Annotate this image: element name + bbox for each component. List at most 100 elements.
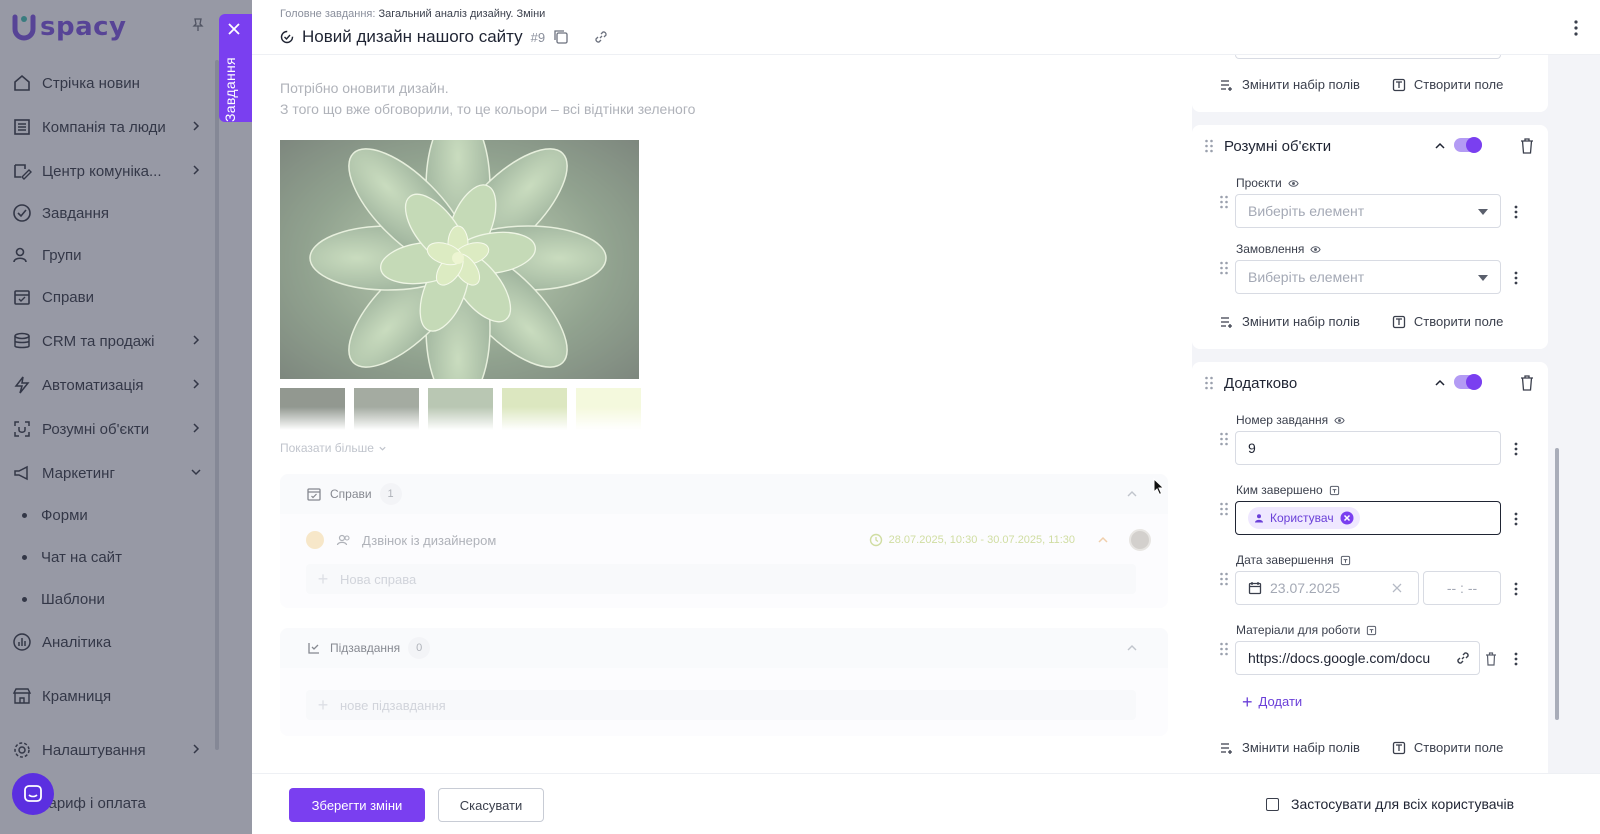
subtasks-header[interactable]: Підзавдання 0 (280, 628, 1168, 668)
drag-handle-icon[interactable] (1219, 195, 1229, 209)
readonly-icon[interactable] (1329, 485, 1340, 496)
activity-status-dot[interactable] (306, 531, 324, 549)
eye-icon[interactable] (1310, 244, 1322, 255)
sidebar-item-company[interactable]: Компанія та люди (12, 112, 202, 142)
additional-title: Додатково (1224, 374, 1298, 392)
sidebar-item-automation[interactable]: Автоматизація (12, 370, 202, 400)
orders-select[interactable]: Виберіть елемент (1235, 260, 1501, 294)
more-vertical-icon[interactable] (1514, 512, 1518, 526)
additional-toggle[interactable] (1454, 374, 1482, 390)
sidebar-item-billing[interactable]: Тариф і оплата (40, 788, 230, 818)
materials-url-input[interactable]: https://docs.google.com/docu (1235, 641, 1480, 675)
save-button[interactable]: Зберегти зміни (289, 788, 425, 822)
readonly-icon[interactable] (1366, 625, 1377, 636)
sidebar-scrollbar[interactable] (215, 60, 219, 750)
drag-handle-icon[interactable] (1219, 432, 1229, 446)
more-vertical-icon[interactable] (1514, 271, 1518, 285)
completion-date-input[interactable]: 23.07.2025 (1235, 571, 1419, 605)
drag-handle-icon[interactable] (1219, 642, 1229, 656)
chevron-up-icon[interactable] (1097, 534, 1109, 546)
cancel-button[interactable]: Скасувати (438, 788, 544, 822)
completion-time-input[interactable]: -- : -- (1423, 571, 1501, 605)
previous-field-input[interactable] (1235, 55, 1501, 59)
subtask-icon (308, 643, 319, 654)
readonly-icon[interactable] (1340, 555, 1351, 566)
show-more-label: Показати більше (280, 441, 374, 455)
sidebar-item-marketing[interactable]: Маркетинг (12, 458, 202, 488)
completed-by-input[interactable]: Користувач (1235, 501, 1501, 535)
trash-icon[interactable] (1485, 652, 1497, 666)
chat-edit-icon (14, 164, 32, 180)
create-field-button[interactable]: Створити поле (1392, 77, 1503, 92)
side-tab-tasks[interactable]: Завдання (219, 14, 252, 122)
sidebar-subitem-forms[interactable]: Форми (22, 501, 88, 529)
remove-chip-icon[interactable] (1340, 511, 1354, 525)
task-description[interactable]: Потрібно оновити дизайн. З того що вже о… (280, 78, 695, 120)
eye-icon[interactable] (1334, 415, 1345, 426)
trash-icon[interactable] (1520, 138, 1534, 154)
smart-objects-toggle[interactable] (1454, 137, 1482, 153)
clear-icon[interactable] (1392, 583, 1402, 593)
new-activity-input[interactable]: + Нова справа (306, 564, 1136, 594)
new-subtask-input[interactable]: + нове підзавдання (306, 690, 1136, 720)
chevron-up-icon[interactable] (1126, 488, 1138, 500)
breadcrumb-parent-task[interactable]: Загальний аналіз дизайну. Зміни (379, 8, 546, 20)
more-vertical-icon[interactable] (1514, 652, 1518, 666)
change-fields-button[interactable]: Змінити набір полів (1220, 740, 1360, 755)
drag-handle-icon[interactable] (1219, 502, 1229, 516)
page-title[interactable]: Новий дизайн нашого сайту (302, 27, 523, 47)
eye-icon[interactable] (1288, 178, 1299, 189)
apply-all-users-checkbox[interactable]: Застосувати для всіх користувачів (1266, 796, 1514, 812)
user-chip-label: Користувач (1270, 511, 1334, 525)
fields-scrollbar[interactable] (1555, 448, 1559, 720)
sidebar-item-store[interactable]: Крамниця (12, 681, 202, 711)
more-vertical-icon[interactable] (1574, 20, 1578, 36)
side-tab-label: Завдання (222, 57, 238, 122)
drag-handle-icon[interactable] (1219, 572, 1229, 586)
more-vertical-icon[interactable] (1514, 442, 1518, 456)
support-chat-button[interactable] (12, 773, 54, 815)
chevron-up-icon[interactable] (1434, 377, 1446, 389)
sidebar-item-tasks[interactable]: Завдання (12, 198, 202, 228)
checkbox[interactable] (1266, 797, 1279, 811)
sidebar-subitem-site-chat[interactable]: Чат на сайт (22, 543, 122, 571)
chevron-up-icon[interactable] (1434, 140, 1446, 152)
create-field-button[interactable]: Створити поле (1392, 314, 1503, 329)
create-field-button[interactable]: Створити поле (1392, 740, 1503, 755)
change-fields-button[interactable]: Змінити набір полів (1220, 314, 1360, 329)
show-more-link[interactable]: Показати більше (280, 441, 387, 455)
pin-icon[interactable] (191, 18, 205, 32)
drag-handle-icon[interactable] (1204, 376, 1214, 390)
select-placeholder: Виберіть елемент (1248, 203, 1365, 219)
close-icon[interactable] (227, 22, 241, 36)
task-panel: Головне завдання: Загальний аналіз дизай… (252, 0, 1600, 834)
add-material-button[interactable]: + Додати (1242, 693, 1302, 711)
sidebar-item-communication[interactable]: Центр комуніка... (12, 156, 202, 186)
drag-handle-icon[interactable] (1204, 139, 1214, 153)
sidebar-item-analytics[interactable]: Аналітика (12, 627, 202, 657)
avatar[interactable] (1129, 529, 1151, 551)
copy-icon[interactable] (553, 29, 569, 45)
activities-header[interactable]: Справи 1 (280, 474, 1168, 514)
sidebar-item-activities[interactable]: Справи (12, 282, 202, 312)
more-vertical-icon[interactable] (1514, 582, 1518, 596)
task-number-input[interactable]: 9 (1235, 431, 1501, 465)
link-icon[interactable] (593, 29, 609, 45)
chevron-up-icon[interactable] (1126, 642, 1138, 654)
activity-item[interactable]: Дзвінок із дизайнером 28.07.2025, 10:30 … (306, 526, 1151, 554)
link-icon[interactable] (1455, 650, 1471, 666)
more-vertical-icon[interactable] (1514, 205, 1518, 219)
drag-handle-icon[interactable] (1219, 261, 1229, 275)
change-fields-button[interactable]: Змінити набір полів (1220, 77, 1360, 92)
projects-select[interactable]: Виберіть елемент (1235, 194, 1501, 228)
sidebar-item-crm[interactable]: CRM та продажі (12, 326, 202, 356)
sidebar-item-groups[interactable]: Групи (12, 240, 202, 270)
sidebar-subitem-templates[interactable]: Шаблони (22, 585, 105, 613)
sidebar-item-settings[interactable]: Налаштування (12, 735, 202, 765)
user-chip[interactable]: Користувач (1248, 507, 1360, 529)
sidebar-item-news[interactable]: Стрічка новин (12, 68, 202, 98)
logo[interactable]: spacy (12, 12, 127, 42)
trash-icon[interactable] (1520, 375, 1534, 391)
sidebar-item-label: Налаштування (42, 741, 146, 759)
sidebar-item-smart-objects[interactable]: Розумні об'єкти (12, 414, 202, 444)
